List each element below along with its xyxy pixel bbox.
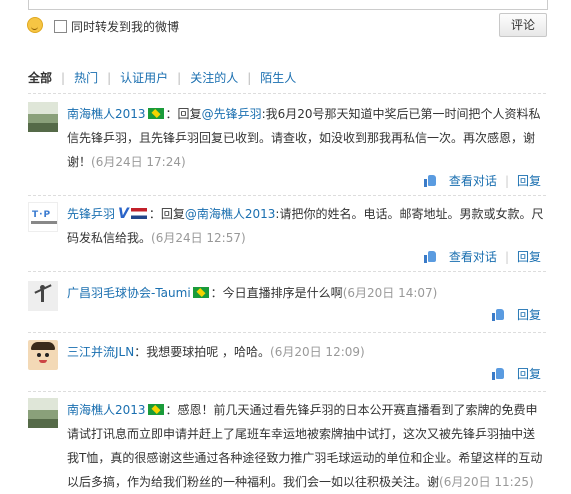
comment-body: 南海樵人2013 ：感恩！前几天通过看先锋乒羽的日本公开赛直播看到了索牌的免费申请… xyxy=(67,398,545,494)
comment-submit-button[interactable]: 评论 xyxy=(499,13,547,37)
filter-separator: | xyxy=(247,70,252,85)
comment-item: 广昌羽毛球协会-Taumi ：今日直播排序是什么啊(6月20日 14:07) 回复 xyxy=(28,281,546,333)
like-icon[interactable] xyxy=(423,250,437,263)
filter-all[interactable]: 全部 xyxy=(28,69,52,86)
like-icon[interactable] xyxy=(491,308,505,321)
brazil-flag-icon xyxy=(192,287,209,298)
author-link[interactable]: 先锋乒羽 xyxy=(67,207,115,221)
comment-actions: 回复 xyxy=(491,365,541,382)
view-conversation-link[interactable]: 查看对话 xyxy=(449,248,497,265)
reply-link[interactable]: 回复 xyxy=(517,365,541,382)
emoji-icon[interactable] xyxy=(27,17,43,33)
comment-text: ：今日直播排序是什么啊 xyxy=(210,286,343,300)
reply-link[interactable]: 回复 xyxy=(517,248,541,265)
timestamp: (6月20日 12:09) xyxy=(270,345,365,359)
timestamp: (6月20日 14:07) xyxy=(342,286,438,300)
like-icon[interactable] xyxy=(423,174,437,187)
avatar[interactable]: T·P xyxy=(28,202,58,232)
avatar[interactable] xyxy=(28,281,58,311)
like-icon[interactable] xyxy=(491,367,505,380)
divider xyxy=(28,332,546,333)
brazil-flag-icon xyxy=(147,108,164,119)
comment-body: 南海樵人2013 ：回复@先锋乒羽:我6月20号那天知道中奖后已第一时间把个人资料… xyxy=(67,107,541,169)
avatar[interactable] xyxy=(28,102,58,132)
filter-following[interactable]: 关注的人 xyxy=(190,69,238,86)
timestamp: (6月24日 17:24) xyxy=(91,155,186,169)
comment-body: 广昌羽毛球协会-Taumi ：今日直播排序是什么啊(6月20日 14:07) xyxy=(67,281,545,305)
timestamp: (6月20日 11:25) xyxy=(439,475,534,489)
view-conversation-link[interactable]: 查看对话 xyxy=(449,172,497,189)
avatar[interactable] xyxy=(28,398,58,428)
filter-verified[interactable]: 认证用户 xyxy=(120,69,168,86)
mention-link[interactable]: @先锋乒羽 xyxy=(202,107,262,121)
comment-actions: 回复 xyxy=(491,306,541,323)
repost-checkbox[interactable] xyxy=(54,20,67,33)
divider xyxy=(28,271,546,272)
comment-item: 三江并流JLN：我想要球拍呢 ，哈哈。(6月20日 12:09) 回复 xyxy=(28,340,546,392)
comment-actions: 查看对话 | 回复 xyxy=(423,172,541,189)
comment-body: 先锋乒羽 V ：回复@南海樵人2013:请把你的姓名。电话。邮寄地址。男款或女款。尺… xyxy=(67,202,545,250)
author-link[interactable]: 南海樵人2013 xyxy=(67,107,146,121)
netherlands-flag-icon xyxy=(130,208,147,219)
comment-body: 三江并流JLN：我想要球拍呢 ，哈哈。(6月20日 12:09) xyxy=(67,340,545,364)
reply-link[interactable]: 回复 xyxy=(517,306,541,323)
author-link[interactable]: 广昌羽毛球协会-Taumi xyxy=(67,286,191,300)
author-link[interactable]: 南海樵人2013 xyxy=(67,403,146,417)
comment-item: 南海樵人2013 ：回复@先锋乒羽:我6月20号那天知道中奖后已第一时间把个人资料… xyxy=(28,102,546,196)
mention-link[interactable]: @南海樵人2013 xyxy=(185,207,276,221)
reply-link[interactable]: 回复 xyxy=(517,172,541,189)
action-separator: | xyxy=(504,249,509,264)
repost-option[interactable]: 同时转发到我的微博 xyxy=(54,18,179,35)
filter-separator: | xyxy=(177,70,182,85)
filter-hot[interactable]: 热门 xyxy=(74,69,98,86)
comment-filter-bar: 全部 | 热门 | 认证用户 | 关注的人 | 陌生人 xyxy=(28,69,296,86)
divider xyxy=(28,391,546,392)
logo-icon: T·P xyxy=(32,210,52,220)
timestamp: (6月24日 12:57) xyxy=(151,231,246,245)
comment-item: 南海樵人2013 ：感恩！前几天通过看先锋乒羽的日本公开赛直播看到了索牌的免费申请… xyxy=(28,398,546,490)
repost-label: 同时转发到我的微博 xyxy=(71,20,180,34)
filter-separator: | xyxy=(107,70,112,85)
comment-textarea[interactable] xyxy=(28,0,548,10)
filter-strangers[interactable]: 陌生人 xyxy=(260,69,296,86)
divider xyxy=(28,195,546,196)
filter-separator: | xyxy=(61,70,66,85)
action-separator: | xyxy=(504,173,509,188)
comment-item: T·P 先锋乒羽 V ：回复@南海樵人2013:请把你的姓名。电话。邮寄地址。男款或… xyxy=(28,202,546,272)
comment-text: ：我想要球拍呢 ，哈哈。 xyxy=(134,345,271,359)
avatar[interactable] xyxy=(28,340,58,370)
comment-actions: 查看对话 | 回复 xyxy=(423,248,541,265)
divider xyxy=(28,93,546,94)
author-link[interactable]: 三江并流JLN xyxy=(67,345,134,359)
brazil-flag-icon xyxy=(147,404,164,415)
verified-badge: V xyxy=(118,206,129,222)
